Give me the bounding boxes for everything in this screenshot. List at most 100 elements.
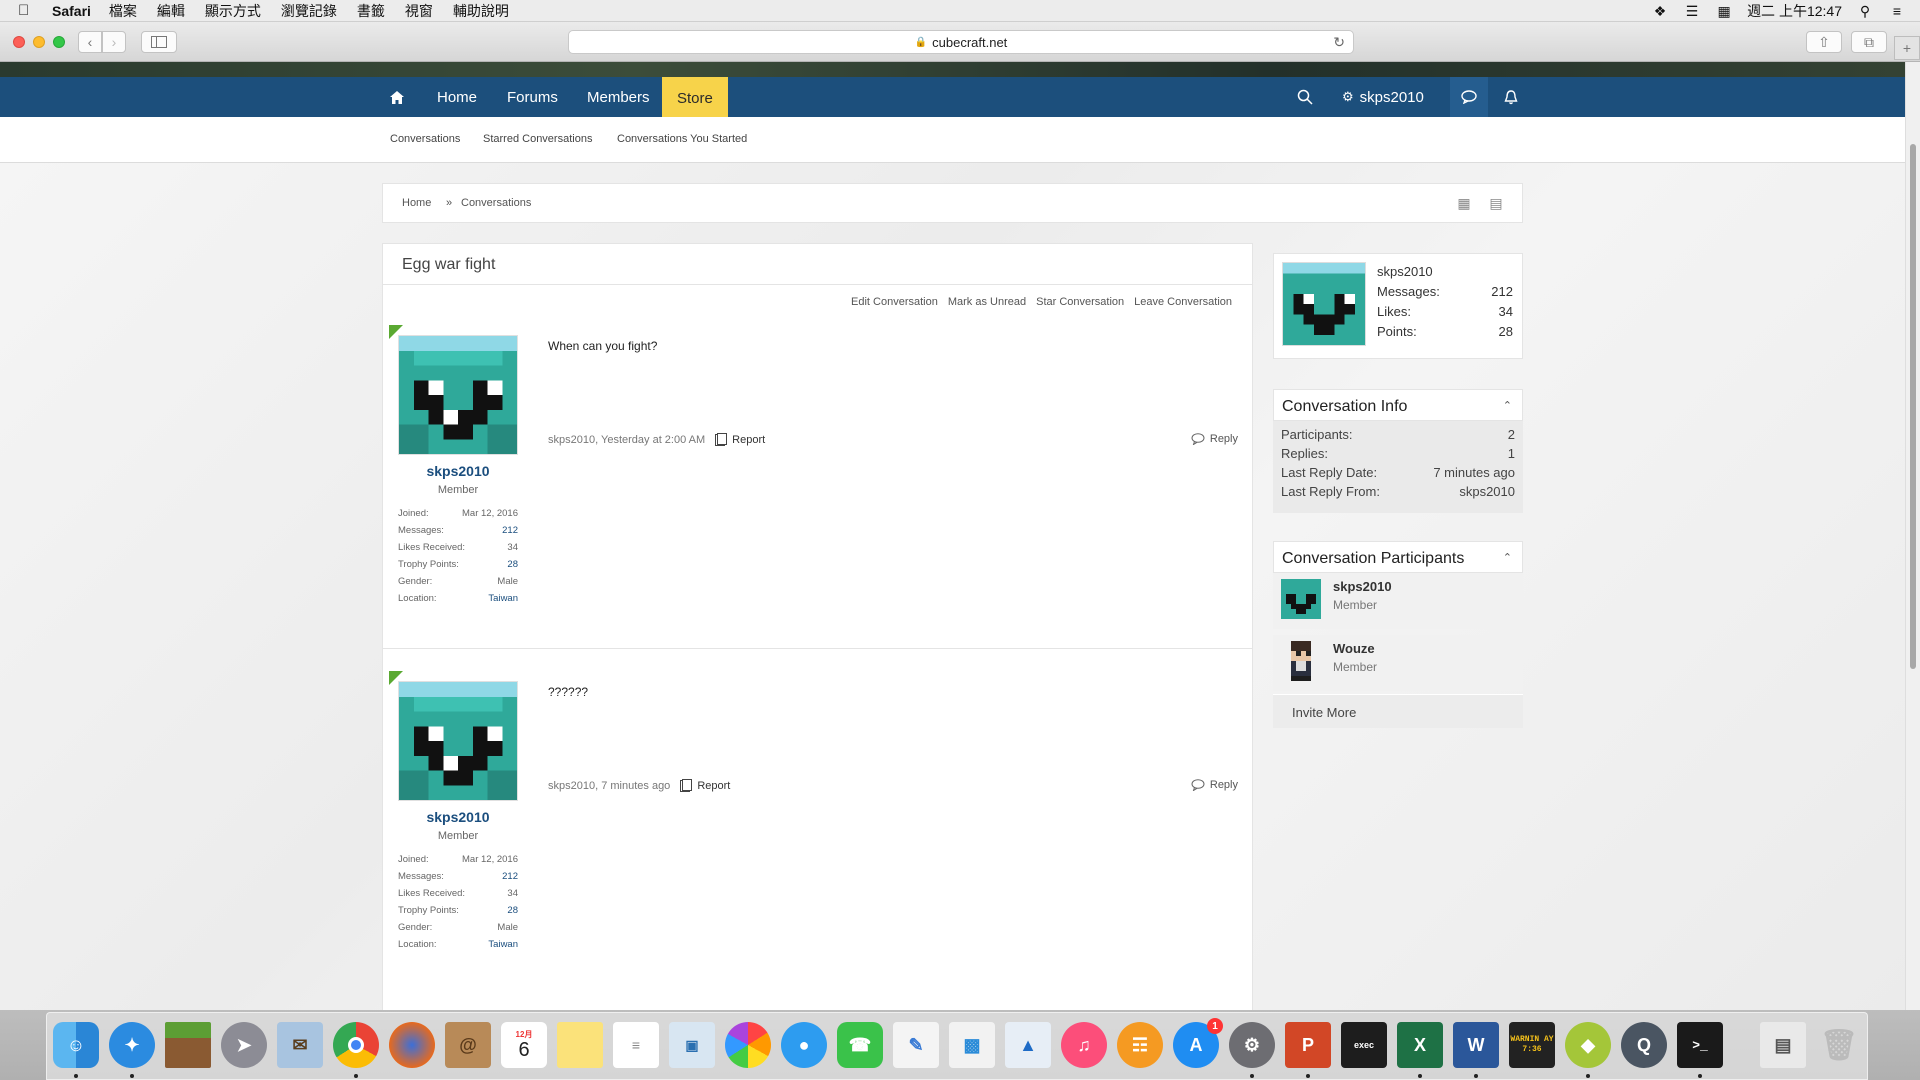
window-close-button[interactable] [13, 36, 25, 48]
menu-help[interactable]: 輔助說明 [453, 1, 509, 21]
participant-item[interactable]: Wouze Member [1273, 635, 1523, 691]
message-avatar[interactable] [398, 681, 518, 801]
exec-terminal-icon[interactable]: exec [1341, 1022, 1387, 1068]
message-author-date[interactable]: skps2010, Yesterday at 2:00 AM [548, 434, 705, 446]
tab-overview-button[interactable]: ⧉ [1851, 31, 1887, 53]
preview-icon[interactable]: ✎ [893, 1022, 939, 1068]
reload-icon[interactable]: ↻ [1333, 34, 1345, 51]
minecraft-icon[interactable] [165, 1022, 211, 1068]
nav-account[interactable]: ⚙ skps2010 [1342, 77, 1424, 117]
forward-button[interactable]: › [102, 31, 126, 53]
downloads-stack-icon[interactable]: ▤ [1760, 1022, 1806, 1068]
participant-name[interactable]: skps2010 [1333, 579, 1392, 594]
android-studio-icon[interactable]: ◆ [1565, 1022, 1611, 1068]
dropbox-icon[interactable]: ❖ [1651, 3, 1669, 20]
system-preferences-icon[interactable]: ⚙ [1229, 1022, 1275, 1068]
nav-members[interactable]: Members [587, 77, 650, 117]
sidebar-username[interactable]: skps2010 [1377, 264, 1433, 279]
photo-booth-icon[interactable]: ▣ [669, 1022, 715, 1068]
participant-avatar[interactable] [1281, 641, 1321, 681]
message-username[interactable]: skps2010 [398, 463, 518, 479]
nav-forums[interactable]: Forums [507, 77, 558, 117]
window-zoom-button[interactable] [53, 36, 65, 48]
leave-conversation-link[interactable]: Leave Conversation [1134, 296, 1232, 308]
nav-conversations-button[interactable] [1450, 77, 1488, 117]
address-bar[interactable]: 🔒 cubecraft.net ↻ [568, 30, 1354, 54]
nav-home-icon-link[interactable] [382, 77, 412, 117]
participants-header[interactable]: Conversation Participants ⌃ [1273, 541, 1523, 573]
notification-center-icon[interactable]: ≡ [1888, 3, 1906, 19]
spotlight-search-icon[interactable]: ⚲ [1856, 3, 1874, 20]
excel-icon[interactable]: X [1397, 1022, 1443, 1068]
reply-link[interactable]: Reply [1191, 433, 1238, 445]
facetime-icon[interactable]: ☎ [837, 1022, 883, 1068]
location-value-link[interactable]: Taiwan [488, 939, 518, 956]
messages-value-link[interactable]: 212 [502, 871, 518, 888]
nav-home[interactable]: Home [437, 77, 477, 117]
participant-avatar[interactable] [1281, 579, 1321, 619]
page-scrollbar[interactable] [1905, 62, 1920, 1010]
sidebar-toggle-button[interactable] [141, 31, 177, 53]
contacts-icon[interactable]: @ [445, 1022, 491, 1068]
keynote-icon[interactable]: ▲ [1005, 1022, 1051, 1068]
messages-value-link[interactable]: 212 [502, 525, 518, 542]
participant-name[interactable]: Wouze [1333, 641, 1375, 656]
ibooks-icon[interactable]: ☶ [1117, 1022, 1163, 1068]
menu-edit[interactable]: 編輯 [157, 1, 185, 21]
nav-alerts-button[interactable] [1496, 77, 1526, 117]
invite-more-link[interactable]: Invite More [1273, 694, 1523, 728]
trophy-value-link[interactable]: 28 [507, 905, 518, 922]
trash-icon[interactable]: 🗑 [1816, 1022, 1862, 1068]
sidebar-avatar[interactable] [1282, 262, 1366, 346]
message-username[interactable]: skps2010 [398, 809, 518, 825]
window-minimize-button[interactable] [33, 36, 45, 48]
menu-clock[interactable]: 週二 上午12:47 [1747, 1, 1842, 21]
reply-link[interactable]: Reply [1191, 779, 1238, 791]
breadcrumb-home[interactable]: Home [402, 197, 431, 209]
app-store-icon[interactable]: A 1 [1173, 1018, 1223, 1068]
trophy-value-link[interactable]: 28 [507, 559, 518, 576]
conversation-info-header[interactable]: Conversation Info ⌃ [1273, 389, 1523, 421]
safari-icon[interactable]: ✦ [109, 1022, 155, 1068]
notes-icon[interactable] [557, 1022, 603, 1068]
star-conversation-link[interactable]: Star Conversation [1036, 296, 1124, 308]
menu-window[interactable]: 視窗 [405, 1, 433, 21]
apple-icon[interactable]:  [18, 2, 40, 19]
subnav-conversations[interactable]: Conversations [390, 133, 460, 145]
subnav-conversations-you-started[interactable]: Conversations You Started [617, 133, 747, 145]
messages-icon[interactable]: ● [781, 1022, 827, 1068]
numbers-icon[interactable]: ▩ [949, 1022, 995, 1068]
report-link[interactable]: Report [715, 433, 765, 446]
chrome-icon[interactable] [333, 1022, 379, 1068]
new-tab-button[interactable]: + [1894, 36, 1920, 60]
finder-icon[interactable]: ☺ [53, 1022, 99, 1068]
terminal-icon[interactable]: >_ [1677, 1022, 1723, 1068]
menu-view[interactable]: 顯示方式 [205, 1, 261, 21]
nav-search-button[interactable] [1297, 77, 1313, 117]
location-value-link[interactable]: Taiwan [488, 593, 518, 610]
back-button[interactable]: ‹ [78, 31, 102, 53]
quicktime-icon[interactable]: Q [1621, 1022, 1667, 1068]
powerpoint-icon[interactable]: P [1285, 1022, 1331, 1068]
chevron-up-icon[interactable]: ⌃ [1503, 399, 1512, 412]
last-reply-from-value[interactable]: skps2010 [1459, 484, 1515, 499]
input-method-icon[interactable]: ▦ [1715, 3, 1733, 20]
share-button[interactable]: ⇧ [1806, 31, 1842, 53]
edit-conversation-link[interactable]: Edit Conversation [851, 296, 938, 308]
menu-bookmarks[interactable]: 書籤 [357, 1, 385, 21]
subnav-starred-conversations[interactable]: Starred Conversations [483, 133, 592, 145]
mail-icon[interactable]: ✉ [277, 1022, 323, 1068]
reminders-icon[interactable]: ≡ [613, 1022, 659, 1068]
grid-view-icon[interactable]: ▦ [1456, 195, 1472, 211]
mark-unread-link[interactable]: Mark as Unread [948, 296, 1026, 308]
chevron-up-icon[interactable]: ⌃ [1503, 551, 1512, 564]
itunes-icon[interactable]: ♫ [1061, 1022, 1107, 1068]
launchpad-icon[interactable]: ➤ [221, 1022, 267, 1068]
list-view-icon[interactable]: ▤ [1488, 195, 1504, 211]
participant-item[interactable]: skps2010 Member [1273, 573, 1523, 629]
firefox-icon[interactable] [389, 1022, 435, 1068]
scrollbar-thumb[interactable] [1910, 144, 1916, 669]
breadcrumb-conversations[interactable]: Conversations [461, 197, 531, 209]
menu-history[interactable]: 瀏覽記錄 [281, 1, 337, 21]
photos-icon[interactable] [725, 1022, 771, 1068]
